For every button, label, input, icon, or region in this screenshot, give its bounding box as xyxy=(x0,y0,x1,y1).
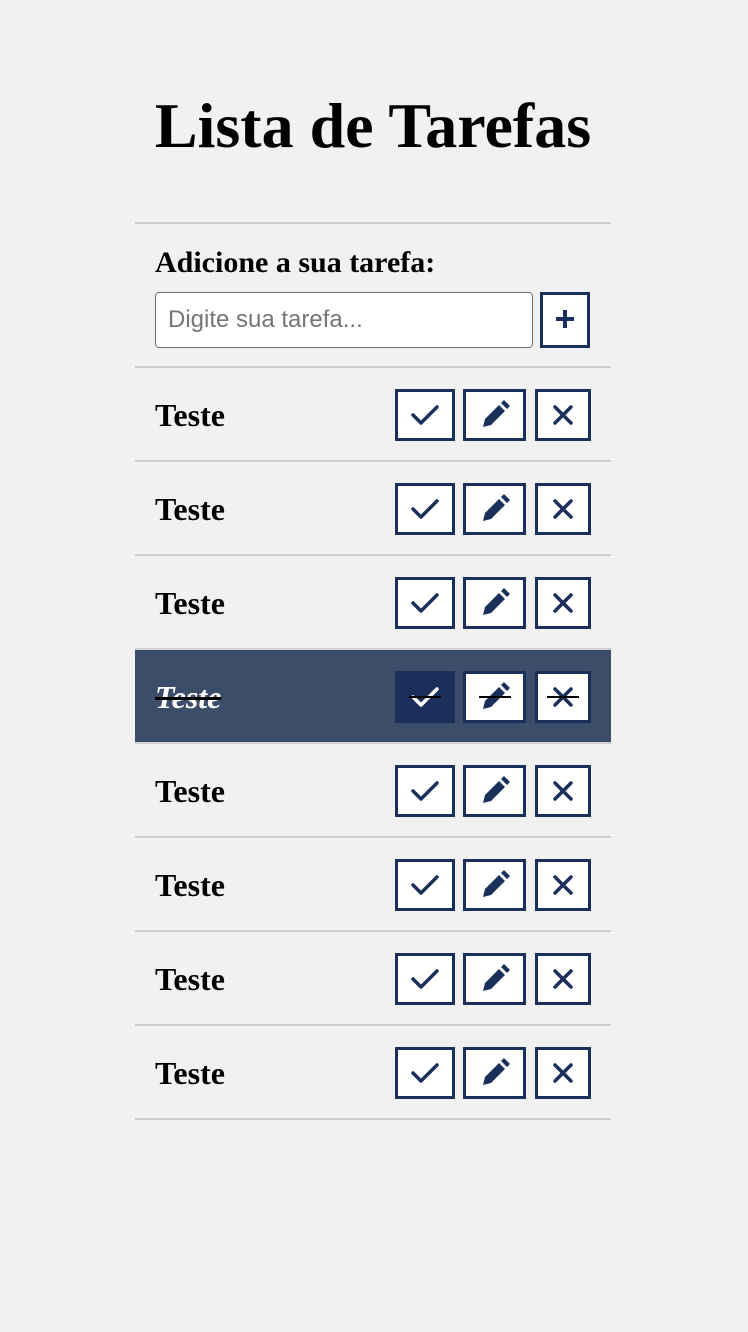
pencil-icon xyxy=(479,587,511,619)
finish-todo-button[interactable] xyxy=(395,1047,455,1099)
add-task-button[interactable] xyxy=(540,292,590,348)
finish-todo-button[interactable] xyxy=(395,671,455,723)
close-icon xyxy=(552,686,574,708)
remove-todo-button[interactable] xyxy=(535,577,591,629)
remove-todo-button[interactable] xyxy=(535,483,591,535)
todo-list: Teste Teste Teste Teste Teste Teste Test… xyxy=(135,368,611,1120)
finish-todo-button[interactable] xyxy=(395,389,455,441)
pencil-icon xyxy=(479,963,511,995)
check-icon xyxy=(410,497,440,521)
pencil-icon xyxy=(479,775,511,807)
edit-todo-button[interactable] xyxy=(463,765,526,817)
remove-todo-button[interactable] xyxy=(535,389,591,441)
check-icon xyxy=(410,1061,440,1085)
finish-todo-button[interactable] xyxy=(395,483,455,535)
todo-item: Teste xyxy=(135,932,611,1026)
pencil-icon xyxy=(479,869,511,901)
remove-todo-button[interactable] xyxy=(535,953,591,1005)
todo-title: Teste xyxy=(155,867,225,903)
todo-title: Teste xyxy=(155,961,225,997)
remove-todo-button[interactable] xyxy=(535,765,591,817)
edit-todo-button[interactable] xyxy=(463,859,526,911)
form-label: Adicione a sua tarefa: xyxy=(155,246,436,279)
finish-todo-button[interactable] xyxy=(395,859,455,911)
remove-todo-button[interactable] xyxy=(535,671,591,723)
edit-todo-button[interactable] xyxy=(463,577,526,629)
close-icon xyxy=(552,874,574,896)
close-icon xyxy=(552,968,574,990)
close-icon xyxy=(552,498,574,520)
edit-todo-button[interactable] xyxy=(463,953,526,1005)
todo-title: Teste xyxy=(155,773,225,809)
check-icon xyxy=(410,779,440,803)
pencil-icon xyxy=(479,399,511,431)
check-icon xyxy=(410,685,440,709)
edit-todo-button[interactable] xyxy=(463,483,526,535)
todo-title: Teste xyxy=(155,585,225,621)
todo-item: Teste xyxy=(135,368,611,462)
close-icon xyxy=(552,404,574,426)
close-icon xyxy=(552,780,574,802)
pencil-icon xyxy=(479,681,511,713)
todo-item: Teste xyxy=(135,650,611,744)
remove-todo-button[interactable] xyxy=(535,859,591,911)
finish-todo-button[interactable] xyxy=(395,577,455,629)
todo-title: Teste xyxy=(155,679,222,715)
todo-form: Adicione a sua tarefa: xyxy=(135,222,611,368)
todo-item: Teste xyxy=(135,556,611,650)
todo-title: Teste xyxy=(155,491,225,527)
close-icon xyxy=(552,1062,574,1084)
todo-title: Teste xyxy=(155,397,225,433)
todo-item: Teste xyxy=(135,462,611,556)
check-icon xyxy=(410,403,440,427)
close-icon xyxy=(552,592,574,614)
plus-icon xyxy=(556,309,574,331)
edit-todo-button[interactable] xyxy=(463,389,526,441)
todo-item: Teste xyxy=(135,838,611,932)
pencil-icon xyxy=(479,493,511,525)
task-input[interactable] xyxy=(155,292,533,348)
edit-todo-button[interactable] xyxy=(463,671,526,723)
todo-title: Teste xyxy=(155,1055,225,1091)
check-icon xyxy=(410,873,440,897)
finish-todo-button[interactable] xyxy=(395,765,455,817)
page-title: Lista de Tarefas xyxy=(154,90,592,161)
edit-todo-button[interactable] xyxy=(463,1047,526,1099)
remove-todo-button[interactable] xyxy=(535,1047,591,1099)
finish-todo-button[interactable] xyxy=(395,953,455,1005)
check-icon xyxy=(410,967,440,991)
todo-item: Teste xyxy=(135,744,611,838)
check-icon xyxy=(410,591,440,615)
todo-item: Teste xyxy=(135,1026,611,1120)
pencil-icon xyxy=(479,1057,511,1089)
